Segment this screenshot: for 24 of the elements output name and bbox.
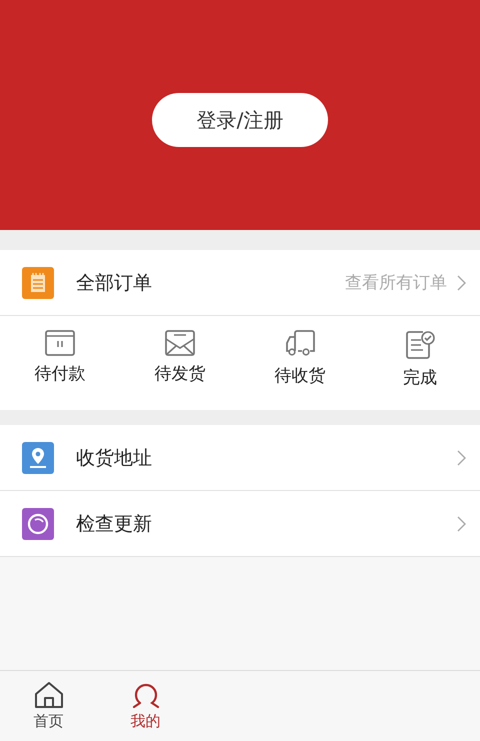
person-icon bbox=[130, 681, 160, 709]
wallet-icon bbox=[45, 330, 75, 356]
order-status-button[interactable]: 待发货 bbox=[154, 362, 206, 385]
menu-row[interactable]: 全部订单 查看所有订单 bbox=[0, 250, 480, 315]
truck-icon bbox=[285, 330, 315, 358]
envelope-icon bbox=[165, 330, 195, 356]
tab[interactable]: 我的 bbox=[97, 671, 194, 741]
chevron-right-icon bbox=[457, 450, 466, 466]
menu-row[interactable]: 收货地址 bbox=[0, 425, 480, 490]
order-status-button[interactable]: 待付款 bbox=[34, 362, 86, 385]
home-icon bbox=[34, 681, 64, 709]
checked-document-icon bbox=[405, 330, 435, 360]
menu-label: 检查更新 bbox=[76, 512, 153, 536]
tab[interactable]: 首页 bbox=[0, 671, 97, 741]
chevron-right-icon bbox=[457, 274, 466, 290]
menu-label: 收货地址 bbox=[76, 446, 153, 470]
menu-label: 全部订单 bbox=[76, 270, 153, 296]
order-status-button[interactable]: 完成 bbox=[403, 366, 437, 389]
order-status-button[interactable]: 待收货 bbox=[274, 364, 326, 387]
location-pin-icon bbox=[22, 442, 54, 474]
chevron-right-icon bbox=[457, 516, 466, 532]
login-register-button[interactable]: 登录/注册 bbox=[152, 93, 328, 147]
notepad-icon bbox=[22, 266, 54, 298]
menu-row[interactable]: 检查更新 bbox=[0, 491, 480, 556]
